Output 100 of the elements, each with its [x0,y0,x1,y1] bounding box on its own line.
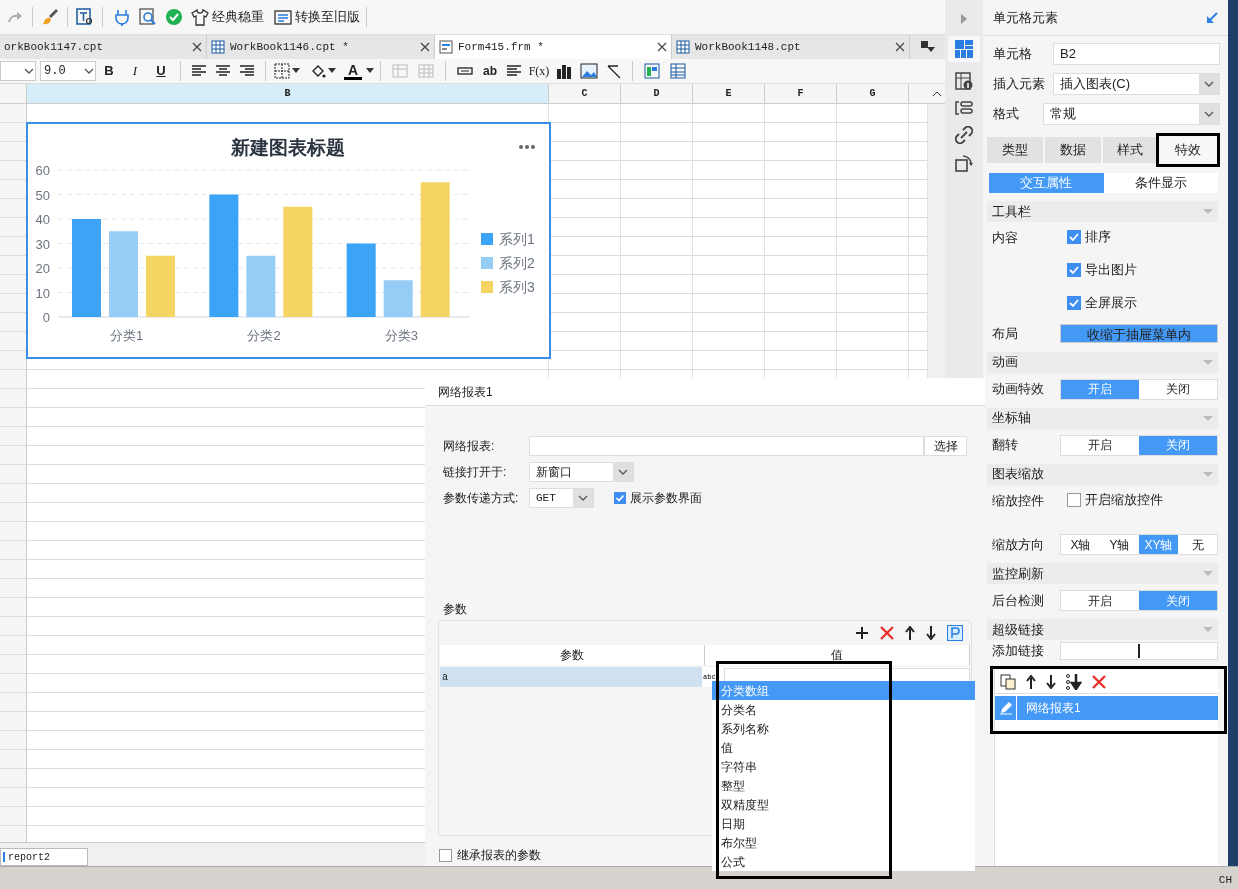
checkbox[interactable] [1067,230,1081,244]
checkbox[interactable] [439,848,452,862]
rotate-page-icon[interactable] [955,154,973,172]
sheet-tab[interactable]: report2 [0,848,88,866]
paragraph-icon[interactable] [506,64,522,78]
menu-item[interactable]: 系列名称 [712,719,975,738]
underline-button[interactable]: U [148,61,174,81]
image-icon[interactable] [580,63,598,79]
text-field-icon[interactable] [457,66,473,76]
menu-item[interactable]: 双精度型 [712,795,975,814]
menu-item[interactable]: 值 [712,738,975,757]
field-label: 插入元素 [993,75,1046,94]
search-icon[interactable] [139,8,157,26]
collapse-arrow-icon[interactable] [1206,11,1218,24]
move-down-icon[interactable] [1046,674,1056,689]
caret-icon[interactable] [328,68,336,74]
field-label: 格式 [993,105,1020,124]
dropdown[interactable]: GET [529,488,594,508]
merge-cells-icon[interactable] [392,64,408,78]
copy-icon[interactable] [1000,673,1016,690]
layout-icon[interactable] [644,63,660,79]
menu-item[interactable]: 布尔型 [712,833,975,852]
link-icon[interactable] [955,126,973,144]
legend-swatch [481,257,493,269]
legend-label: 系列3 [499,279,535,295]
menu-item[interactable]: 日期 [712,814,975,833]
close-icon[interactable] [420,42,430,52]
fill-bucket-icon[interactable] [310,63,326,79]
widget-icon[interactable] [955,100,973,116]
group-label: 参数 [443,601,467,618]
shirt-icon [191,8,209,26]
column-header[interactable]: B [27,84,549,103]
plug-icon[interactable] [113,8,131,26]
dropdown[interactable]: 新窗口 [529,462,634,482]
caret-icon[interactable] [366,68,374,74]
font-color-button[interactable]: A [344,62,362,80]
dropdown[interactable]: 常规 [1043,103,1220,125]
menu-item[interactable]: 字符串 [712,757,975,776]
cell-info-icon[interactable] [955,72,973,90]
input-field[interactable]: B2 [1053,43,1220,65]
pencil-icon [998,701,1013,715]
legend-label: 系列1 [499,231,535,247]
tab[interactable]: 样式 [1102,137,1159,163]
menu-item[interactable]: 整型 [712,776,975,795]
move-up-icon[interactable] [1026,674,1036,689]
bold-button[interactable]: B [96,61,122,81]
move-down-icon[interactable] [926,626,936,640]
slash-icon[interactable] [606,63,622,79]
tab-list-icon[interactable] [920,41,935,53]
table-cell[interactable]: a [440,667,702,687]
close-icon[interactable] [895,42,905,52]
text-tool-button[interactable]: ab [478,62,502,80]
text-search-icon[interactable] [76,8,94,26]
italic-button[interactable]: I [122,61,148,81]
legacy-version-button[interactable]: 转换至旧版 [274,7,360,27]
tab[interactable]: 数据 [1044,137,1101,163]
row-label: 后台检测 [992,591,1045,610]
checkbox-label: 展示参数界面 [630,490,702,507]
grid-icon [676,40,690,54]
sort-down-icon[interactable] [1066,673,1082,690]
checkbox[interactable] [614,492,626,504]
row-label: 翻转 [992,436,1019,455]
scroll-up-icon[interactable] [931,90,942,97]
move-up-icon[interactable] [905,626,915,640]
align-left-icon[interactable] [191,64,207,78]
axis-tick-label: 20 [35,261,50,276]
bar [383,280,413,317]
menu-item[interactable]: 公式 [712,852,975,871]
theme-button[interactable]: 经典稳重 [191,7,264,27]
checkbox[interactable] [1067,263,1081,277]
input-field[interactable] [529,436,924,456]
checkbox[interactable] [1067,296,1081,310]
formula-button[interactable]: F(x) [526,62,552,80]
panel-title: 单元格元素 [993,8,1058,27]
close-icon[interactable] [192,42,202,52]
delete-icon[interactable] [880,626,894,640]
choose-button[interactable]: 选择 [924,436,967,456]
bar-chart-icon[interactable] [556,63,572,79]
border-icon[interactable] [274,63,290,79]
tab[interactable]: 类型 [987,137,1043,163]
list-form-icon[interactable] [670,63,686,79]
row-label: 布局 [992,325,1019,343]
dropdown[interactable]: 插入图表(C) [1053,73,1220,95]
parameter-icon[interactable] [947,625,963,641]
brush-icon[interactable] [41,8,59,26]
menu-item[interactable]: 分类名 [712,700,975,719]
check-circle-icon[interactable] [165,8,183,26]
field-label: 参数传递方式: [443,490,520,507]
delete-icon[interactable] [1092,674,1106,689]
font-size-dropdown[interactable]: 9.0 [40,61,96,81]
checkbox[interactable] [1067,492,1081,507]
caret-icon[interactable] [292,68,300,74]
add-icon[interactable] [855,626,869,640]
cell-element-icon[interactable] [955,40,973,58]
align-right-icon[interactable] [239,64,255,78]
document-tab[interactable]: Form415.frm * [435,35,672,59]
align-center-icon[interactable] [215,64,231,78]
close-icon[interactable] [657,42,667,52]
field-label: 网络报表: [443,438,496,455]
layout-button[interactable]: 收缩于抽屉菜单内 [1060,324,1218,344]
